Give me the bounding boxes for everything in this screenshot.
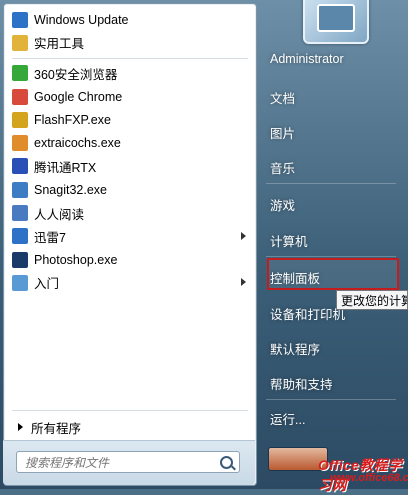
monitor-icon: [317, 4, 355, 32]
folder-icon: [12, 34, 28, 51]
program-label: extraicochs.exe: [34, 136, 121, 151]
program-label: FlashFXP.exe: [34, 112, 111, 127]
games-item[interactable]: 游戏: [270, 195, 295, 214]
pictures-item[interactable]: 图片: [270, 123, 295, 142]
divider: [12, 410, 248, 411]
program-item[interactable]: 迅雷7: [4, 225, 256, 248]
chrome-icon: [12, 88, 28, 105]
program-label: Snagit32.exe: [34, 182, 107, 197]
program-item[interactable]: Snagit32.exe: [4, 178, 256, 201]
program-item[interactable]: Photoshop.exe: [4, 248, 256, 271]
documents-item[interactable]: 文档: [270, 88, 295, 107]
all-programs-label: 所有程序: [31, 421, 82, 436]
program-item[interactable]: 腾讯通RTX: [4, 155, 256, 178]
divider: [266, 399, 396, 400]
program-label: 人人阅读: [34, 207, 85, 222]
music-item[interactable]: 音乐: [270, 158, 295, 177]
flashfxp-icon: [12, 111, 28, 128]
pinned-programs-list: Windows Update 实用工具 360安全浏览器 Google Chrome F…: [4, 8, 256, 295]
program-label: 腾讯通RTX: [34, 160, 97, 175]
program-label: 入门: [34, 277, 60, 292]
program-item[interactable]: extraicochs.exe: [4, 131, 256, 154]
divider: [266, 183, 396, 184]
submenu-arrow-icon: [241, 231, 246, 240]
watermark-url: www.office68.com: [330, 472, 408, 484]
right-pane: Administrator 文档 图片 音乐 游戏 计算机 控制面板 设备和打印…: [258, 0, 408, 489]
user-picture[interactable]: [303, 0, 369, 44]
tooltip: 更改您的计算: [336, 290, 408, 310]
browser-360-icon: [12, 65, 28, 82]
program-item[interactable]: FlashFXP.exe: [4, 108, 256, 131]
program-label: Windows Update: [34, 12, 129, 27]
start-menu: Windows Update 实用工具 360安全浏览器 Google Chrome F…: [0, 0, 408, 493]
program-list-pane: Windows Update 实用工具 360安全浏览器 Google Chrome F…: [3, 3, 257, 486]
devices-printers-item[interactable]: 设备和打印机: [270, 304, 345, 323]
program-item[interactable]: 实用工具: [4, 31, 256, 54]
user-folder-item[interactable]: Administrator: [270, 52, 344, 66]
program-item[interactable]: 人人阅读: [4, 201, 256, 224]
program-label: Google Chrome: [34, 89, 123, 104]
program-item[interactable]: Google Chrome: [4, 85, 256, 108]
program-label: 360安全浏览器: [34, 67, 118, 82]
program-item[interactable]: Windows Update: [4, 8, 256, 31]
help-support-item[interactable]: 帮助和支持: [270, 374, 333, 393]
search-input[interactable]: [23, 453, 217, 473]
search-icon[interactable]: [220, 456, 233, 469]
triangle-right-icon: [18, 423, 23, 431]
program-label: 迅雷7: [34, 230, 66, 245]
thunder-icon: [12, 228, 28, 245]
reader-icon: [12, 205, 28, 222]
divider: [266, 256, 396, 257]
getting-started-icon: [12, 274, 28, 291]
rtx-icon: [12, 158, 28, 175]
program-label: 实用工具: [34, 37, 85, 52]
program-label: Photoshop.exe: [34, 252, 118, 267]
pencil-icon: [12, 135, 28, 152]
run-item[interactable]: 运行...: [270, 409, 305, 428]
photoshop-icon: [12, 251, 28, 268]
default-programs-item[interactable]: 默认程序: [270, 339, 320, 358]
control-panel-highlight: [267, 258, 399, 290]
program-item[interactable]: 入门: [4, 271, 256, 294]
snagit-icon: [12, 181, 28, 198]
search-box[interactable]: [16, 451, 240, 473]
all-programs-button[interactable]: 所有程序: [4, 416, 270, 438]
program-item[interactable]: 360安全浏览器: [4, 62, 256, 85]
submenu-arrow-icon: [241, 278, 246, 287]
divider: [12, 57, 248, 59]
computer-item[interactable]: 计算机: [270, 231, 308, 250]
windows-update-icon: [12, 11, 28, 28]
